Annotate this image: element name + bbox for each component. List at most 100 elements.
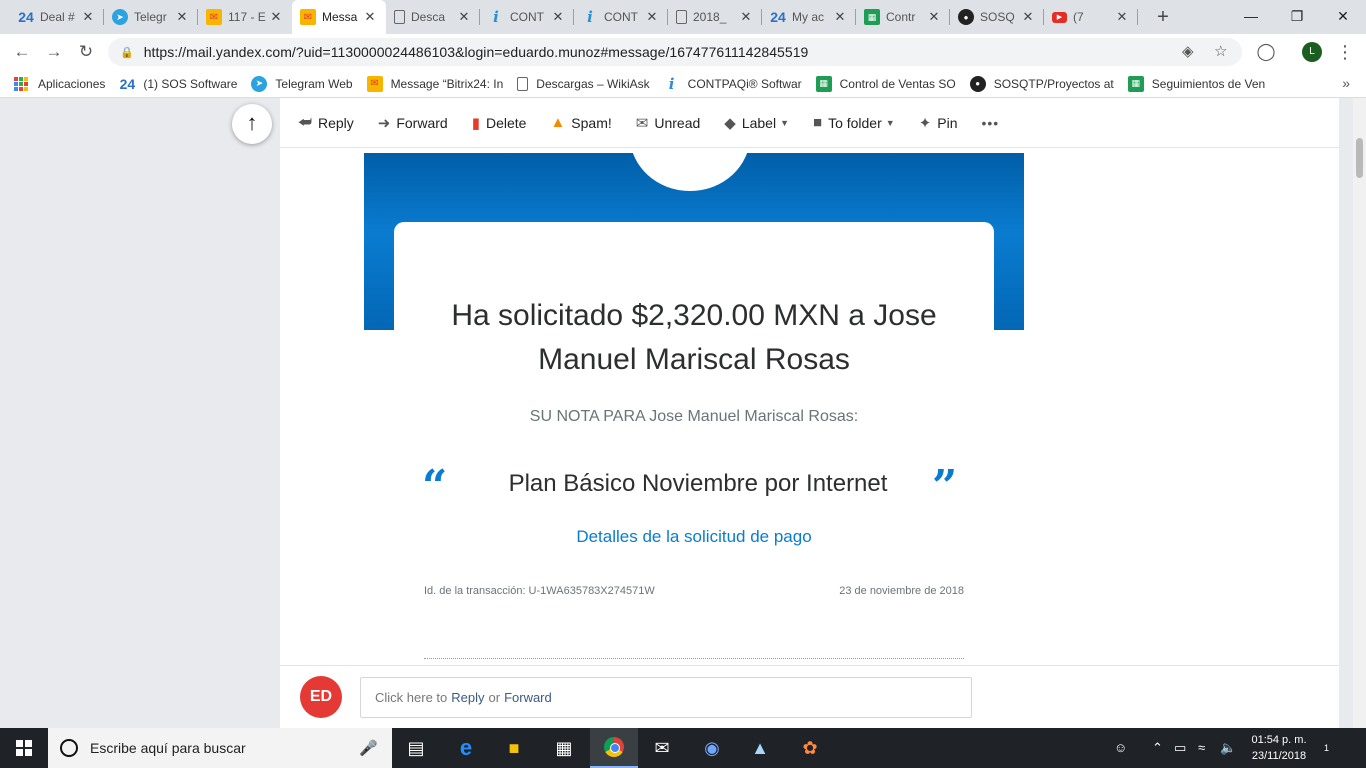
close-tab-icon[interactable]: ✕ (550, 9, 566, 25)
bookmark-item[interactable]: ▦ Control de Ventas SO (815, 75, 956, 92)
tab-favicon-icon: ➤ (112, 9, 128, 25)
url-text[interactable]: https://mail.yandex.com/?uid=11300000244… (144, 44, 809, 60)
reload-icon[interactable]: ↻ (74, 40, 98, 64)
bookmark-item[interactable]: Aplicaciones (14, 76, 105, 91)
page-scrollbar[interactable] (1353, 98, 1366, 728)
document-icon (517, 76, 529, 91)
browser-tab[interactable]: 2018_ ✕ (668, 0, 762, 34)
browser-tab[interactable]: i CONT ✕ (480, 0, 574, 34)
store-icon[interactable]: ▦ (540, 728, 588, 768)
close-quote-icon: ” (932, 461, 958, 512)
bookmark-item[interactable]: ▦ Seguimientos de Ven (1127, 75, 1265, 92)
close-tab-icon[interactable]: ✕ (268, 9, 284, 25)
close-tab-icon[interactable]: ✕ (456, 9, 472, 25)
extension-shield-icon[interactable]: ◯ (1254, 40, 1278, 64)
close-tab-icon[interactable]: ✕ (832, 9, 848, 25)
transaction-id: Id. de la transacción: U-1WA635783X27457… (424, 585, 655, 597)
people-icon[interactable]: ☺ (1114, 728, 1127, 768)
translate-icon[interactable]: ◈ (1182, 38, 1194, 66)
delete-button[interactable]: ▮ Delete (472, 114, 527, 132)
browser-tab[interactable]: ● SOSQ ✕ (950, 0, 1044, 34)
profile-avatar[interactable]: L (1302, 42, 1322, 62)
cortana-icon (60, 739, 78, 757)
minimize-button[interactable]: — (1228, 0, 1274, 32)
notification-center-icon[interactable]: 1 (1324, 738, 1342, 756)
bookmark-item[interactable]: ✉ Message “Bitrix24: In (366, 75, 503, 92)
browser-menu-icon[interactable]: ⋮ (1336, 40, 1354, 64)
close-tab-icon[interactable]: ✕ (80, 9, 96, 25)
close-tab-icon[interactable]: ✕ (1114, 9, 1130, 25)
mail-app-icon[interactable]: ✉ (638, 728, 686, 768)
close-tab-icon[interactable]: ✕ (644, 9, 660, 25)
wifi-icon[interactable]: ≈ (1198, 728, 1205, 768)
bookmarks-bar: Aplicaciones 24 (1) SOS Software ➤ Telegram … (0, 70, 1366, 98)
browser-tab[interactable]: 24 Deal # ✕ (10, 0, 104, 34)
forward-button[interactable]: ➜ Forward (378, 114, 448, 132)
chrome-profile-icon[interactable]: ◉ (688, 728, 736, 768)
browser-tab[interactable]: ➤ Telegr ✕ (104, 0, 198, 34)
scrollbar-thumb[interactable] (1356, 138, 1363, 178)
tab-title: My ac (792, 10, 825, 24)
tab-strip: + — ❐ ✕ 24 Deal # ✕ ➤ Telegr ✕ ✉ 117 - E ✕ ✉ Messa… (0, 0, 1366, 34)
pin-button[interactable]: ✦ Pin (919, 114, 958, 132)
browser-tab[interactable]: ▦ Contr ✕ (856, 0, 950, 34)
browser-tab[interactable]: 24 My ac ✕ (762, 0, 856, 34)
reply-button[interactable]: ⮨ Reply (298, 114, 354, 131)
browser-tab[interactable]: ✉ Messa ✕ (292, 0, 386, 34)
back-icon[interactable]: ← (10, 40, 34, 64)
to-folder-label: To folder (828, 114, 882, 131)
scroll-up-button[interactable]: ↑ (232, 104, 272, 144)
forward-icon[interactable]: → (42, 40, 66, 64)
close-tab-icon[interactable]: ✕ (362, 9, 378, 25)
tab-favicon-icon: 24 (18, 9, 34, 25)
apps-icon (14, 76, 28, 91)
unread-button[interactable]: ✉ Unread (636, 114, 701, 132)
quick-forward-link[interactable]: Forward (504, 690, 552, 705)
close-window-button[interactable]: ✕ (1320, 0, 1366, 32)
browser-tab[interactable]: Desca ✕ (386, 0, 480, 34)
new-tab-button[interactable]: + (1150, 4, 1176, 30)
reply-label: Reply (317, 114, 354, 131)
browser-tab[interactable]: ▶ (7 ✕ (1044, 0, 1138, 34)
system-clock[interactable]: 01:54 p. m. 23/11/2018 (1246, 732, 1312, 764)
payment-details-link[interactable]: Detalles de la solicitud de pago (414, 527, 974, 547)
volume-muted-icon[interactable]: 🔈 (1220, 728, 1236, 768)
browser-tab[interactable]: i CONT ✕ (574, 0, 668, 34)
browser-tab[interactable]: ✉ 117 - E ✕ (198, 0, 292, 34)
edge-icon[interactable]: e (442, 728, 490, 768)
taskbar-search[interactable]: Escribe aquí para buscar 🎤 (48, 728, 392, 768)
close-tab-icon[interactable]: ✕ (1020, 9, 1036, 25)
tab-title: Messa (322, 10, 358, 24)
chrome-taskbar-icon[interactable] (590, 728, 638, 768)
quick-reply-link[interactable]: Reply (451, 690, 484, 705)
maximize-button[interactable]: ❐ (1274, 0, 1320, 32)
quick-reply-box[interactable]: Click here to Reply or Forward (360, 677, 972, 718)
notification-count: 1 (1324, 743, 1330, 753)
start-button[interactable] (0, 728, 48, 768)
microphone-icon[interactable]: 🎤 (359, 739, 378, 757)
bookmarks-overflow-icon[interactable]: » (1342, 75, 1350, 91)
bookmark-item[interactable]: ● SOSQTP/Proyectos at (969, 75, 1114, 92)
close-tab-icon[interactable]: ✕ (738, 9, 754, 25)
label-button[interactable]: ◆ Label ▼ (724, 114, 789, 132)
divider (424, 658, 964, 659)
file-explorer-icon[interactable]: ■ (490, 728, 538, 768)
address-bar[interactable]: 🔒 https://mail.yandex.com/?uid=113000002… (108, 38, 1242, 66)
close-tab-icon[interactable]: ✕ (174, 9, 190, 25)
to-folder-button[interactable]: ■ To folder ▼ (813, 114, 895, 131)
task-view-icon[interactable]: ▤ (392, 728, 440, 768)
battery-icon[interactable]: ▭ (1174, 728, 1186, 768)
app-icon[interactable]: ▲ (736, 728, 784, 768)
bookmark-star-icon[interactable]: ☆ (1214, 38, 1227, 66)
more-actions-button[interactable]: ••• (982, 115, 1000, 131)
game-app-icon[interactable]: ✿ (786, 728, 834, 768)
tab-title: Contr (886, 10, 916, 24)
bookmark-item[interactable]: ➤ Telegram Web (251, 75, 353, 92)
bookmark-item[interactable]: Descargas – WikiAsk (517, 76, 650, 91)
envelope-icon: ✉ (635, 114, 649, 132)
close-tab-icon[interactable]: ✕ (926, 9, 942, 25)
bookmark-item[interactable]: 24 (1) SOS Software (119, 76, 238, 92)
tray-expand-icon[interactable]: ⌃ (1152, 728, 1163, 768)
bookmark-item[interactable]: i CONTPAQi® Softwar (664, 75, 802, 93)
spam-button[interactable]: ▲ Spam! (550, 114, 611, 131)
